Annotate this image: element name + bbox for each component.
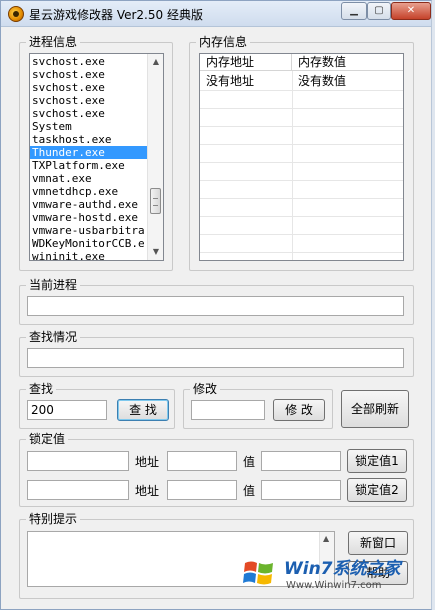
lock1-name-input[interactable] [27, 451, 129, 471]
search-label: 查找 [26, 382, 57, 396]
scroll-up-icon[interactable]: ▲ [323, 534, 329, 543]
column-header-address[interactable]: 内存地址 [200, 54, 292, 71]
process-list-item[interactable]: System [30, 120, 148, 133]
maximize-button[interactable]: ▢ [367, 2, 391, 20]
search-value-input[interactable]: 200 [27, 400, 107, 420]
locked-values-label: 锁定值 [26, 432, 69, 446]
app-window: 星云游戏修改器 Ver2.50 经典版 ▁ ▢ ✕ 进程信息 svchost.e… [0, 0, 432, 610]
lock-value-1-button[interactable]: 锁定值1 [347, 449, 407, 473]
current-process-label: 当前进程 [26, 278, 81, 292]
process-list[interactable]: svchost.exe svchost.exe svchost.exe svchost… [29, 53, 164, 261]
row-divider [200, 90, 403, 91]
row-divider [200, 144, 403, 145]
process-list-item[interactable]: WDKeyMonitorCCB.e [30, 237, 148, 250]
lock2-value-label: 值 [243, 484, 256, 498]
memory-list[interactable]: 内存地址 内存数值 没有地址 没有数值 [199, 53, 404, 261]
row-divider [200, 180, 403, 181]
memory-address-cell[interactable]: 没有地址 [200, 74, 254, 88]
search-button[interactable]: 查 找 [117, 399, 169, 421]
refresh-all-button[interactable]: 全部刷新 [341, 390, 409, 428]
search-status-field[interactable] [27, 348, 404, 368]
process-list-item[interactable]: svchost.exe [30, 55, 148, 68]
process-list-item[interactable]: vmnat.exe [30, 172, 148, 185]
row-divider [200, 108, 403, 109]
lock1-value-input[interactable] [261, 451, 341, 471]
scroll-down-icon[interactable]: ▼ [151, 247, 161, 257]
row-divider [200, 162, 403, 163]
row-divider [200, 234, 403, 235]
row-divider [200, 252, 403, 253]
process-list-item[interactable]: taskhost.exe [30, 133, 148, 146]
column-divider [292, 71, 293, 260]
modify-label: 修改 [190, 382, 221, 396]
lock2-value-input[interactable] [261, 480, 341, 500]
lock1-value-label: 值 [243, 455, 256, 469]
lock2-name-input[interactable] [27, 480, 129, 500]
row-divider [200, 126, 403, 127]
memory-value-cell[interactable]: 没有数值 [292, 74, 346, 88]
scroll-thumb[interactable] [150, 188, 161, 214]
window-title: 星云游戏修改器 Ver2.50 经典版 [29, 8, 203, 22]
lock-value-2-button[interactable]: 锁定值2 [347, 478, 407, 502]
process-list-item[interactable]: vmware-usbarbitra [30, 224, 148, 237]
special-tips-label: 特别提示 [26, 512, 81, 526]
process-list-item[interactable]: TXPlatform.exe [30, 159, 148, 172]
column-header-value[interactable]: 内存数值 [292, 54, 403, 71]
current-process-field[interactable] [27, 296, 404, 316]
process-list-item[interactable]: vmware-hostd.exe [30, 211, 148, 224]
lock1-address-label: 地址 [135, 455, 160, 469]
close-button[interactable]: ✕ [391, 2, 431, 20]
app-icon [8, 6, 24, 22]
process-list-item[interactable]: wininit.exe [30, 250, 148, 260]
process-list-item[interactable]: svchost.exe [30, 94, 148, 107]
search-status-label: 查找情况 [26, 330, 81, 344]
memory-info-label: 内存信息 [196, 35, 251, 49]
scroll-up-icon[interactable]: ▲ [151, 57, 161, 67]
title-bar[interactable]: 星云游戏修改器 Ver2.50 经典版 ▁ ▢ ✕ [1, 1, 431, 27]
process-list-scrollbar[interactable]: ▲ ▼ [147, 54, 163, 260]
process-list-item[interactable]: svchost.exe [30, 107, 148, 120]
process-list-item[interactable]: vmnetdhcp.exe [30, 185, 148, 198]
watermark: Win7系统之家 Www.Winwin7.com [240, 548, 432, 604]
process-list-item[interactable]: vmware-authd.exe [30, 198, 148, 211]
modify-value-input[interactable] [191, 400, 265, 420]
lock1-address-input[interactable] [167, 451, 237, 471]
process-list-item[interactable]: svchost.exe [30, 81, 148, 94]
process-list-item[interactable]: svchost.exe [30, 68, 148, 81]
row-divider [200, 216, 403, 217]
watermark-brand: Win7系统之家 [284, 559, 401, 579]
lock2-address-label: 地址 [135, 484, 160, 498]
modify-button[interactable]: 修 改 [273, 399, 325, 421]
lock2-address-input[interactable] [167, 480, 237, 500]
minimize-button[interactable]: ▁ [341, 2, 367, 20]
watermark-url: Www.Winwin7.com [286, 580, 382, 591]
process-info-label: 进程信息 [26, 35, 81, 49]
row-divider [200, 198, 403, 199]
process-list-item[interactable]: Thunder.exe [30, 146, 148, 159]
windows-logo-icon [243, 561, 273, 585]
